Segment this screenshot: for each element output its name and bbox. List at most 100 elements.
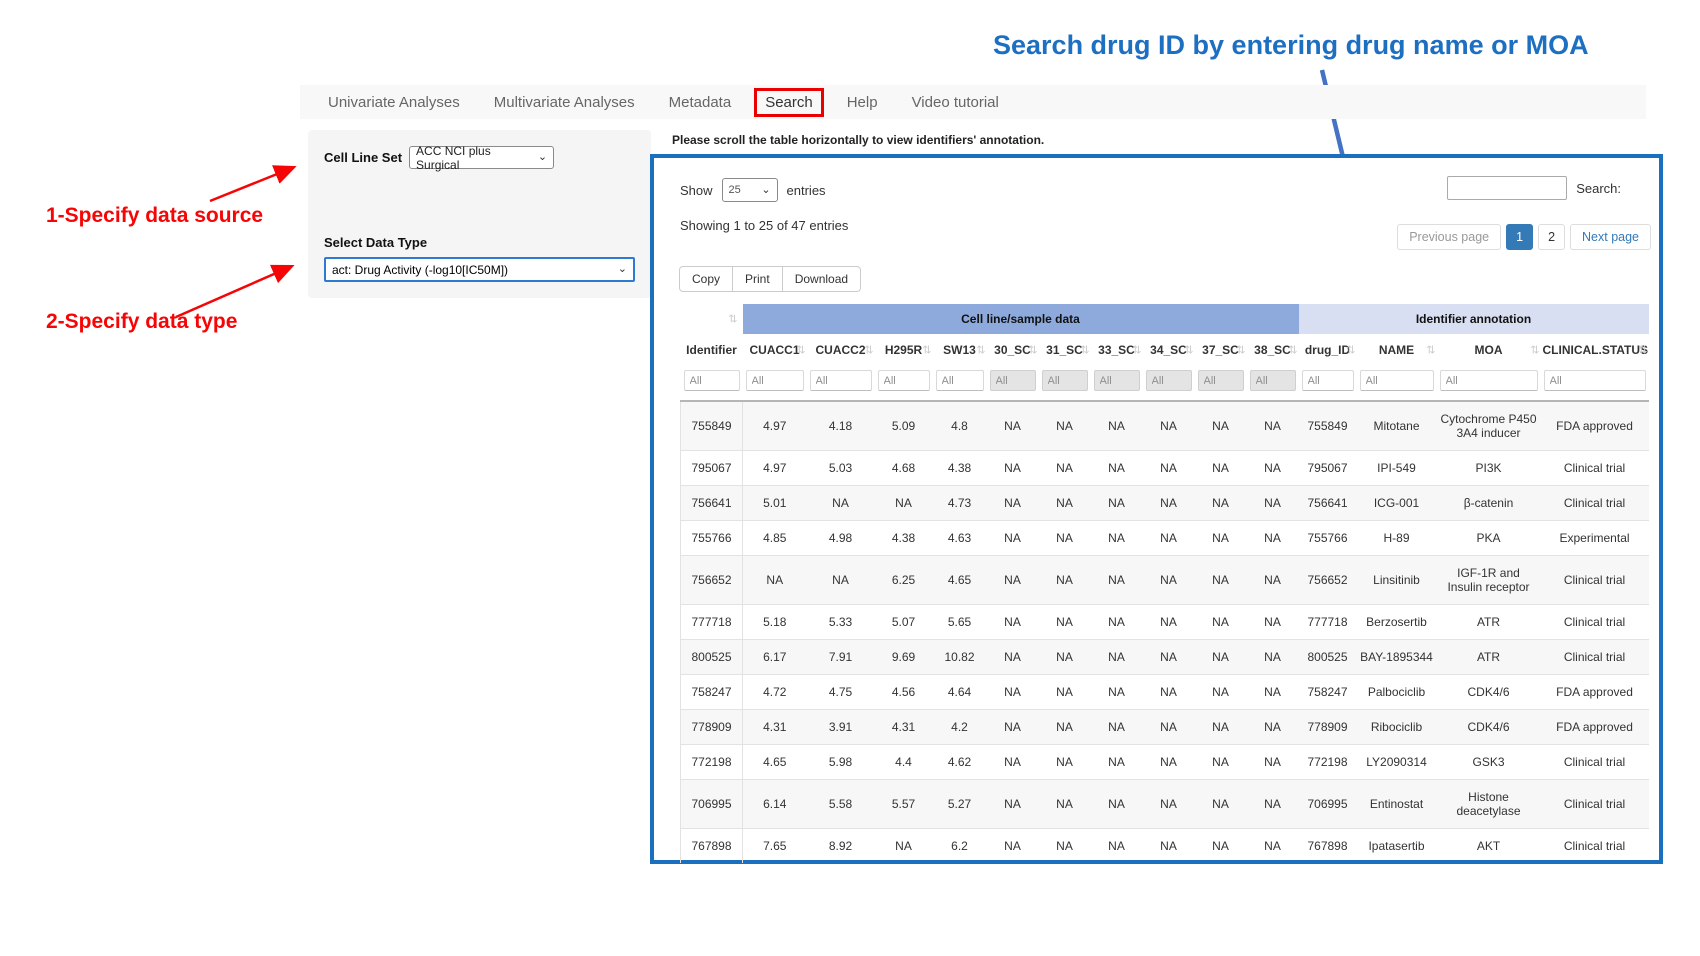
filter-input-30-sc[interactable] (990, 370, 1036, 391)
table-cell: Clinical trial (1541, 745, 1649, 780)
page-length-select[interactable]: 25 ⌄ (722, 178, 778, 202)
table-cell: NA (987, 556, 1039, 605)
table-cell: 6.2 (933, 829, 987, 864)
table-cell: Mitotane (1357, 401, 1437, 451)
cell-line-set-value: ACC NCI plus Surgical (416, 144, 532, 172)
nav-item-help[interactable]: Help (847, 94, 878, 111)
table-cell: NA (987, 401, 1039, 451)
table-cell: NA (1195, 556, 1247, 605)
table-cell: 5.27 (933, 780, 987, 829)
filter-input-cuacc2[interactable] (810, 370, 872, 391)
filter-input-38-sc[interactable] (1250, 370, 1296, 391)
filter-input-identifier[interactable] (684, 370, 740, 391)
group-header-identifier-annotation: Identifier annotation (1299, 304, 1649, 334)
table-cell: Clinical trial (1541, 556, 1649, 605)
table-cell: Linsitinib (1357, 556, 1437, 605)
column-header-30-sc[interactable]: 30_SC⇅ (987, 334, 1039, 366)
column-header-cuacc2[interactable]: CUACC2⇅ (807, 334, 875, 366)
table-cell: 756652 (1299, 556, 1357, 605)
column-header-37-sc[interactable]: 37_SC⇅ (1195, 334, 1247, 366)
filter-input-37-sc[interactable] (1198, 370, 1244, 391)
table-cell: 7.91 (807, 640, 875, 675)
column-header-38-sc[interactable]: 38_SC⇅ (1247, 334, 1299, 366)
column-header-cuacc1[interactable]: CUACC1⇅ (743, 334, 807, 366)
column-header-31-sc[interactable]: 31_SC⇅ (1039, 334, 1091, 366)
copy-button[interactable]: Copy (679, 266, 733, 292)
table-cell: Entinostat (1357, 780, 1437, 829)
filter-input-name[interactable] (1360, 370, 1434, 391)
sort-icon: ⇅ (796, 344, 805, 357)
table-cell: NA (987, 451, 1039, 486)
table-cell: 756641 (681, 486, 743, 521)
table-cell: 778909 (681, 710, 743, 745)
table-cell: NA (987, 486, 1039, 521)
show-label: Show (680, 183, 713, 198)
filter-input-34-sc[interactable] (1146, 370, 1192, 391)
column-header-sw13[interactable]: SW13⇅ (933, 334, 987, 366)
table-cell: NA (1039, 745, 1091, 780)
search-input[interactable] (1447, 176, 1567, 200)
table-cell: NA (1143, 829, 1195, 864)
column-label: 33_SC (1098, 343, 1135, 357)
table-cell: NA (1143, 486, 1195, 521)
nav-item-metadata[interactable]: Metadata (669, 94, 732, 111)
download-button[interactable]: Download (782, 266, 861, 292)
filter-input-cuacc1[interactable] (746, 370, 804, 391)
table-cell: IGF-1R and Insulin receptor (1437, 556, 1541, 605)
table-cell: 755766 (1299, 521, 1357, 556)
data-type-select[interactable]: act: Drug Activity (-log10[IC50M]) ⌄ (324, 257, 635, 282)
column-header-identifier[interactable]: Identifier (681, 334, 743, 366)
filter-input-33-sc[interactable] (1094, 370, 1140, 391)
filter-input-sw13[interactable] (936, 370, 984, 391)
column-header-name[interactable]: NAME⇅ (1357, 334, 1437, 366)
page-button-1[interactable]: 1 (1506, 224, 1533, 250)
print-button[interactable]: Print (732, 266, 783, 292)
table-cell: NA (1143, 451, 1195, 486)
column-header-33-sc[interactable]: 33_SC⇅ (1091, 334, 1143, 366)
table-cell: AKT (1437, 829, 1541, 864)
table-cell: NA (875, 486, 933, 521)
table-cell: NA (1195, 605, 1247, 640)
column-header-34-sc[interactable]: 34_SC⇅ (1143, 334, 1195, 366)
column-label: drug_ID (1305, 343, 1350, 357)
table-cell: NA (1143, 640, 1195, 675)
table-cell: 6.25 (875, 556, 933, 605)
previous-page-button[interactable]: Previous page (1397, 224, 1501, 250)
nav-item-univariate-analyses[interactable]: Univariate Analyses (328, 94, 460, 111)
filter-input-clinical-status[interactable] (1544, 370, 1646, 391)
table-cell: 5.98 (807, 745, 875, 780)
table-cell: 4.62 (933, 745, 987, 780)
table-cell: BAY-1895344 (1357, 640, 1437, 675)
table-cell: 4.72 (743, 675, 807, 710)
next-page-button[interactable]: Next page (1570, 224, 1651, 250)
table-row: 7582474.724.754.564.64NANANANANANA758247… (681, 675, 1649, 710)
cell-line-set-select[interactable]: ACC NCI plus Surgical ⌄ (409, 146, 554, 169)
table-cell: NA (1039, 829, 1091, 864)
data-table: ⇅Cell line/sample dataIdentifier annotat… (680, 304, 1649, 863)
chevron-down-icon: ⌄ (538, 152, 547, 163)
column-header-moa[interactable]: MOA⇅ (1437, 334, 1541, 366)
table-cell: 4.4 (875, 745, 933, 780)
column-label: CUACC2 (815, 343, 865, 357)
table-cell: 795067 (1299, 451, 1357, 486)
filter-input-drug-id[interactable] (1302, 370, 1354, 391)
filter-input-h295r[interactable] (878, 370, 930, 391)
column-label: MOA (1475, 343, 1503, 357)
table-cell: NA (1039, 486, 1091, 521)
column-header-clinical-status[interactable]: CLINICAL.STATUS⇅ (1541, 334, 1649, 366)
table-cell: 778909 (1299, 710, 1357, 745)
identifier-group-header[interactable]: ⇅ (681, 304, 743, 334)
column-header-h295r[interactable]: H295R⇅ (875, 334, 933, 366)
table-row: 7558494.974.185.094.8NANANANANANA755849M… (681, 401, 1649, 451)
nav-item-video-tutorial[interactable]: Video tutorial (912, 94, 999, 111)
nav-item-multivariate-analyses[interactable]: Multivariate Analyses (494, 94, 635, 111)
nav-item-search[interactable]: Search (754, 88, 824, 117)
filter-input-31-sc[interactable] (1042, 370, 1088, 391)
column-header-drug-id[interactable]: drug_ID⇅ (1299, 334, 1357, 366)
table-cell: 4.85 (743, 521, 807, 556)
table-cell: 5.03 (807, 451, 875, 486)
table-cell: NA (987, 640, 1039, 675)
filter-input-moa[interactable] (1440, 370, 1538, 391)
table-cell: NA (807, 486, 875, 521)
page-button-2[interactable]: 2 (1538, 224, 1565, 250)
